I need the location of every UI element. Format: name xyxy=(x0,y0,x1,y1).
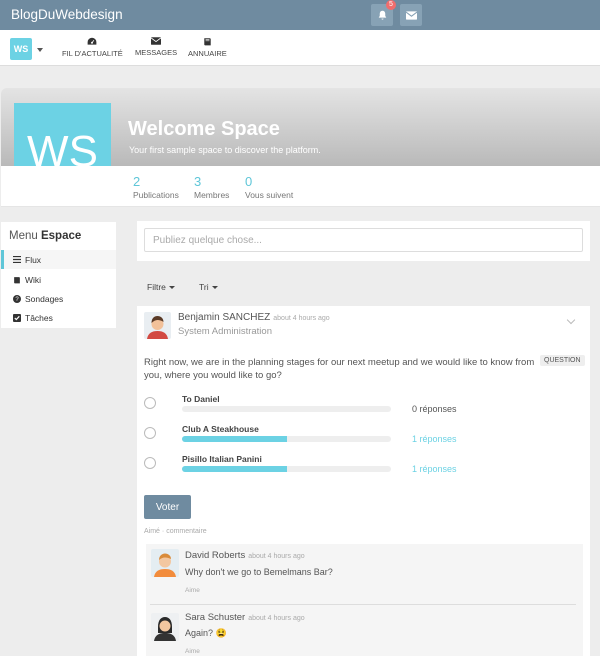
filter-dropdown[interactable]: Filtre xyxy=(147,282,175,292)
avatar[interactable] xyxy=(151,613,179,641)
sort-label: Tri xyxy=(199,282,209,292)
bell-icon xyxy=(378,10,386,20)
stat-followers[interactable]: 0 Vous suivent xyxy=(245,174,293,200)
comment-divider xyxy=(150,604,576,605)
nav-messages[interactable]: MESSAGES xyxy=(135,37,177,57)
avatar[interactable] xyxy=(151,549,179,577)
comment-text: Why don't we go to Bemelmans Bar? xyxy=(185,567,333,577)
space-subtitle: Your first sample space to discover the … xyxy=(129,145,321,155)
comment-time: about 4 hours ago xyxy=(248,615,305,622)
space-menu-title: Menu Espace xyxy=(9,230,81,242)
stat-label: Vous suivent xyxy=(245,190,294,200)
chevron-down-icon xyxy=(168,286,175,290)
notifications-button[interactable]: 5 xyxy=(371,0,396,26)
stat-publications[interactable]: 2 Publications xyxy=(133,174,179,200)
menu-item-flux[interactable]: Flux xyxy=(1,250,116,269)
list-icon xyxy=(13,256,21,263)
envelope-icon xyxy=(405,10,417,20)
comment-link[interactable]: commentaire xyxy=(166,528,206,535)
comment-author: David Roberts about 4 hours ago xyxy=(185,550,305,561)
chevron-down-icon xyxy=(211,286,218,290)
poll-option-bar xyxy=(182,466,391,472)
top-bar: BlogDuWebdesign 5 xyxy=(0,0,600,30)
book-icon xyxy=(204,38,211,46)
space-menu: Menu Espace Flux Wiki ? Sondages Tâches xyxy=(1,222,116,328)
menu-item-wiki[interactable]: Wiki xyxy=(1,270,116,289)
poll-option-radio[interactable] xyxy=(144,427,156,439)
menu-title-prefix: Menu xyxy=(9,230,38,242)
vote-button[interactable]: Voter xyxy=(144,495,191,519)
menu-item-label: Sondages xyxy=(25,293,64,304)
comment-text: Again? 😫 xyxy=(185,628,227,638)
nav-newsfeed-label: FIL D'ACTUALITÉ xyxy=(62,49,123,58)
post-author-role: System Administration xyxy=(178,326,272,337)
post-actions: Aimé · commentaire xyxy=(144,528,207,535)
comment-time: about 4 hours ago xyxy=(248,553,305,560)
space-title: Welcome Space xyxy=(128,118,280,140)
poll-option-label: Club A Steakhouse xyxy=(182,424,259,434)
poll-option-votes: 0 réponses xyxy=(412,404,457,414)
post-input[interactable] xyxy=(144,228,583,252)
menu-item-polls[interactable]: ? Sondages xyxy=(1,289,116,308)
comment-author-name[interactable]: David Roberts xyxy=(185,550,245,561)
like-link[interactable]: Aimé xyxy=(144,528,160,535)
menu-item-label: Flux xyxy=(25,254,42,265)
comment-author: Sara Schuster about 4 hours ago xyxy=(185,612,305,623)
sort-dropdown[interactable]: Tri xyxy=(199,282,218,292)
nav-messages-label: MESSAGES xyxy=(135,48,178,57)
main-nav: WS FIL D'ACTUALITÉ MESSAGES ANNUAIRE xyxy=(0,30,600,66)
poll-option-bar-fill xyxy=(182,436,287,442)
check-square-icon xyxy=(13,313,21,322)
chevron-down-icon[interactable] xyxy=(37,48,43,52)
brand-name[interactable]: BlogDuWebdesign xyxy=(11,7,123,22)
poll-option-label: Pisillo Italian Panini xyxy=(182,454,262,464)
book-icon xyxy=(14,276,20,283)
stat-members[interactable]: 3 Membres xyxy=(194,174,229,200)
envelope-icon xyxy=(151,37,162,45)
question-badge: QUESTION xyxy=(540,355,585,366)
post-author: Benjamin SANCHEZ about 4 hours ago xyxy=(178,312,330,323)
poll-option-radio[interactable] xyxy=(144,457,156,469)
notification-count-badge: 5 xyxy=(386,0,396,10)
stat-label: Membres xyxy=(194,190,230,200)
post-author-name[interactable]: Benjamin SANCHEZ xyxy=(178,312,270,323)
poll-option-label: To Daniel xyxy=(182,394,220,404)
separator: · xyxy=(161,528,165,535)
poll-option-bar xyxy=(182,406,391,412)
messages-button[interactable] xyxy=(400,4,422,26)
comment-like-link[interactable]: Aime xyxy=(185,587,200,594)
stat-value: 2 xyxy=(133,174,141,189)
menu-item-label: Tâches xyxy=(25,312,53,323)
filter-label: Filtre xyxy=(147,282,166,292)
nav-directory[interactable]: ANNUAIRE xyxy=(188,37,227,58)
user-avatar-icon xyxy=(144,312,171,339)
post-time: about 4 hours ago xyxy=(273,315,330,322)
poll-option-bar-fill xyxy=(182,466,287,472)
menu-title-bold: Espace xyxy=(40,230,82,242)
comment-author-name[interactable]: Sara Schuster xyxy=(185,612,245,623)
space-switcher-avatar[interactable]: WS xyxy=(10,38,32,60)
user-avatar-icon xyxy=(151,549,179,577)
poll-option-votes[interactable]: 1 réponses xyxy=(412,464,457,474)
post-composer xyxy=(137,221,590,261)
user-avatar-icon xyxy=(151,613,179,641)
poll-question: Right now, we are in the planning stages… xyxy=(144,357,535,381)
comment-like-link[interactable]: Aime xyxy=(185,648,200,655)
poll-option-radio[interactable] xyxy=(144,397,156,409)
space-stats-bar xyxy=(1,166,600,207)
poll-option-bar xyxy=(182,436,391,442)
stat-label: Publications xyxy=(133,190,179,200)
nav-directory-label: ANNUAIRE xyxy=(188,49,227,58)
menu-item-tasks[interactable]: Tâches xyxy=(1,308,116,327)
poll-option-votes[interactable]: 1 réponses xyxy=(412,434,457,444)
menu-item-label: Wiki xyxy=(25,274,42,285)
stat-value: 0 xyxy=(245,174,253,189)
question-circle-icon: ? xyxy=(13,294,21,303)
nav-newsfeed[interactable]: FIL D'ACTUALITÉ xyxy=(62,37,123,58)
dashboard-icon xyxy=(88,37,97,45)
stat-value: 3 xyxy=(194,174,202,189)
avatar[interactable] xyxy=(144,312,171,339)
